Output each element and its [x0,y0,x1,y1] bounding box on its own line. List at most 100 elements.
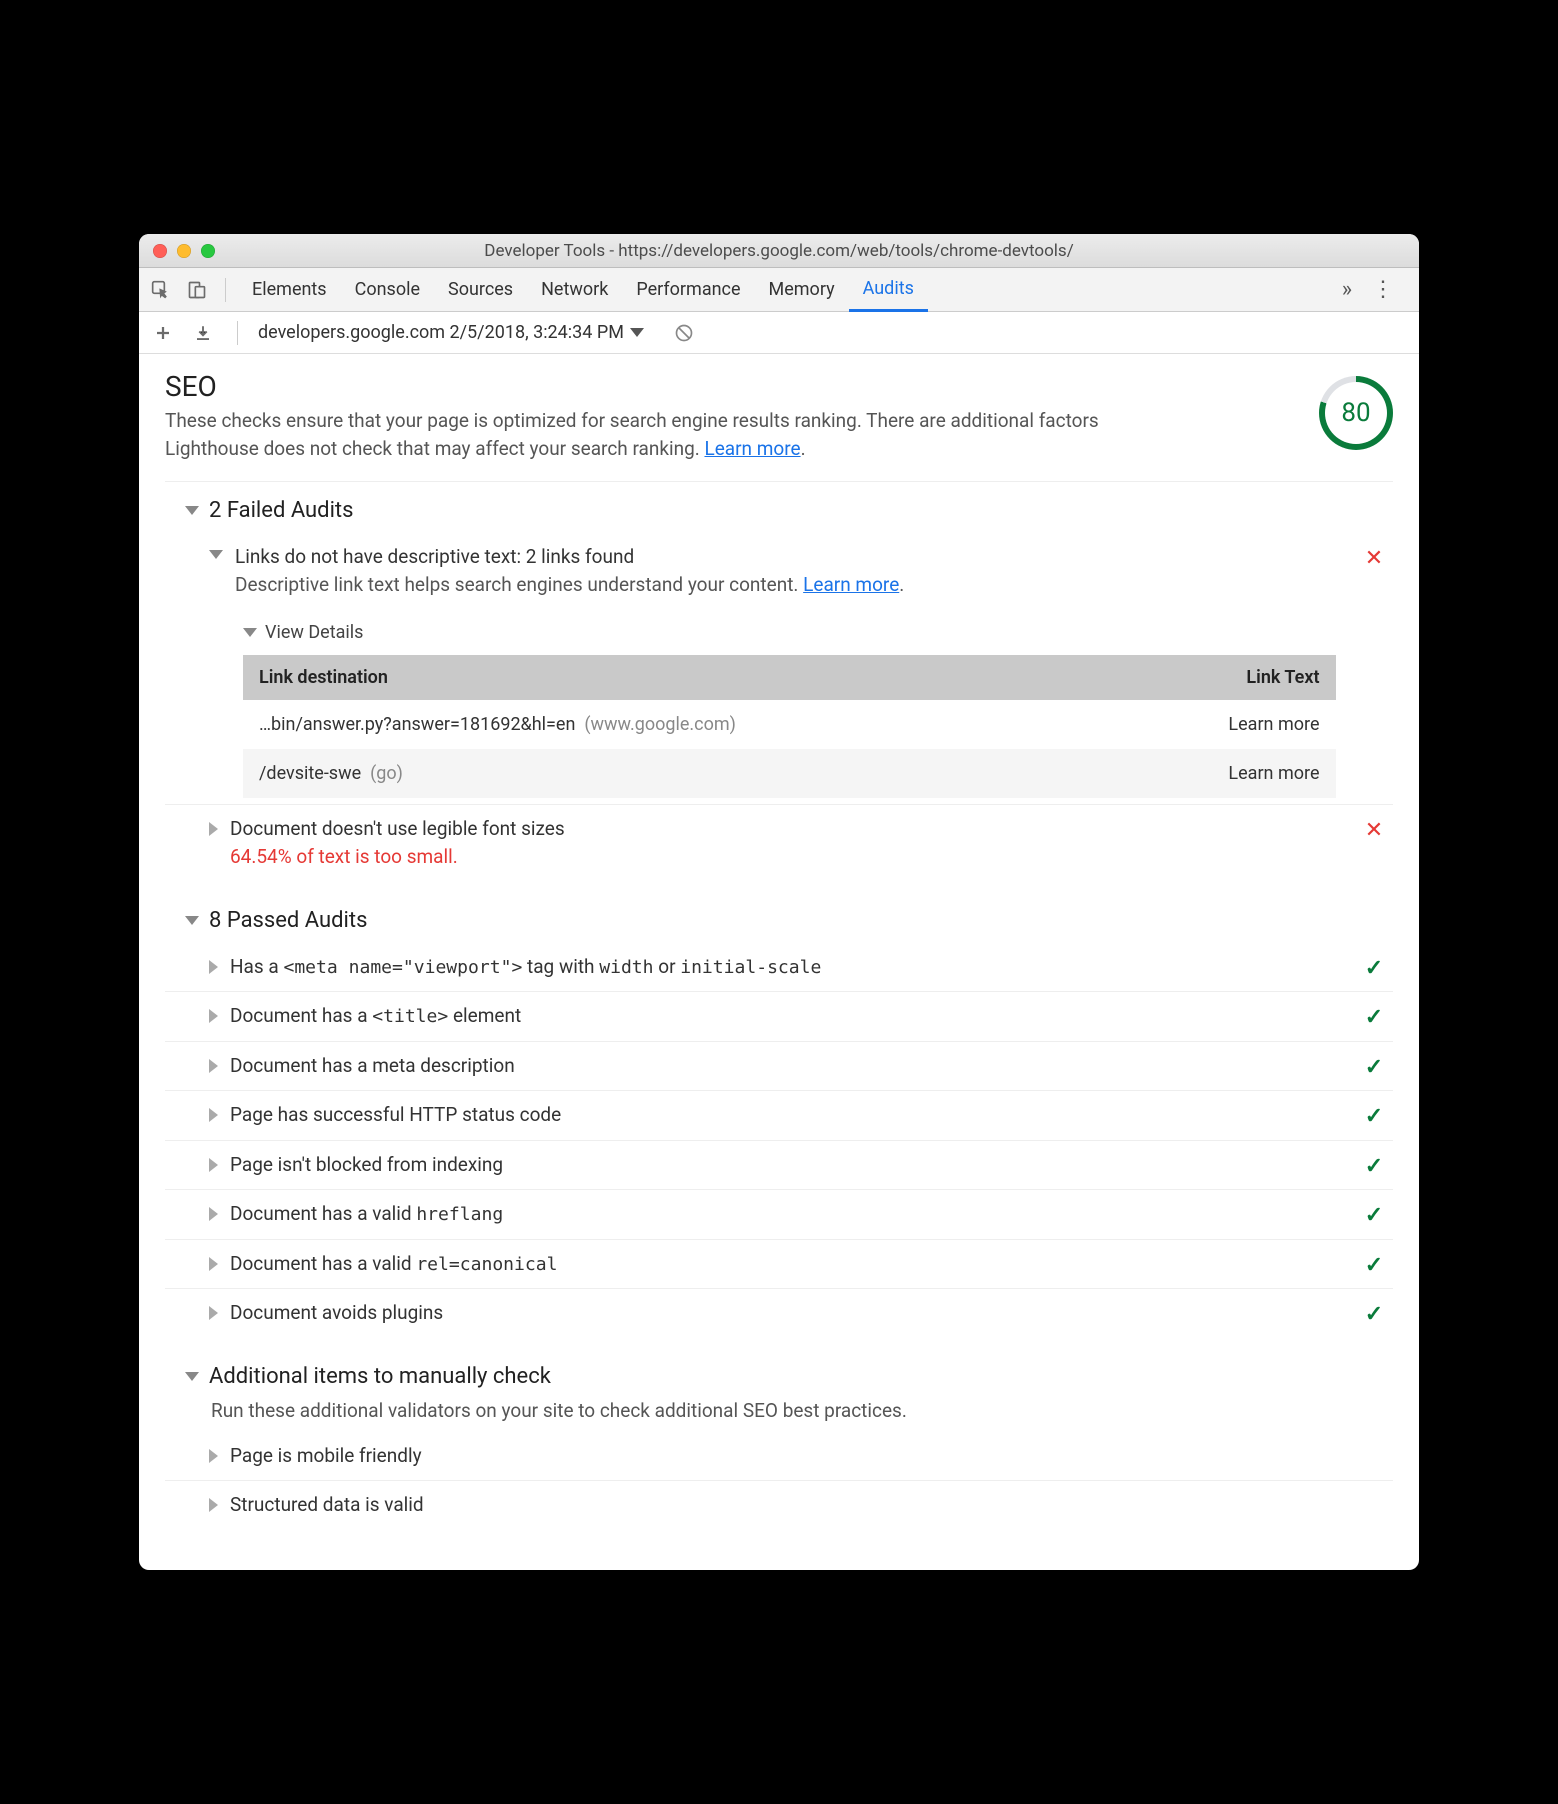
manual-audit-item[interactable]: Structured data is valid [165,1480,1393,1530]
failed-audits-header[interactable]: 2 Failed Audits [185,498,1393,523]
col-link-destination: Link destination [243,655,1123,700]
audit-title: Document has a meta description [230,1052,1351,1081]
tab-console[interactable]: Console [341,268,434,312]
audit-run-label: developers.google.com 2/5/2018, 3:24:34 … [258,322,624,343]
audit-description: Descriptive link text helps search engin… [235,571,1351,600]
device-toggle-icon[interactable] [181,274,213,306]
link-destination: /devsite-swe [259,763,361,784]
learn-more-link[interactable]: Learn more [803,573,899,596]
view-details-toggle[interactable]: View Details [243,622,1393,643]
more-tabs-icon[interactable]: » [1342,277,1352,302]
chevron-down-icon [185,916,199,925]
passed-audit-item[interactable]: Has a <meta name="viewport"> tag with wi… [165,943,1393,992]
link-host: (www.google.com) [584,714,736,735]
audit-title: Page has successful HTTP status code [230,1101,1351,1130]
window-title: Developer Tools - https://developers.goo… [139,241,1419,261]
category-description: These checks ensure that your page is op… [165,407,1185,462]
download-icon[interactable] [189,319,217,347]
audits-toolbar: developers.google.com 2/5/2018, 3:24:34 … [139,312,1419,354]
score-value: 80 [1341,398,1370,428]
devtools-tabbar: ElementsConsoleSourcesNetworkPerformance… [139,268,1419,312]
passed-audit-item[interactable]: Document has a valid rel=canonical ✓ [165,1239,1393,1289]
chevron-down-icon [630,328,644,337]
close-window-button[interactable] [153,244,167,258]
passed-audit-item[interactable]: Page has successful HTTP status code ✓ [165,1090,1393,1140]
failed-audit-item[interactable]: Document doesn't use legible font sizes6… [165,804,1393,882]
table-row: /devsite-swe (go) Learn more [243,749,1336,798]
chevron-right-icon [209,1207,218,1221]
pass-icon: ✓ [1363,1104,1385,1129]
manual-audit-item[interactable]: Page is mobile friendly [165,1432,1393,1481]
chevron-right-icon [209,1059,218,1073]
inspect-element-icon[interactable] [145,274,177,306]
chevron-right-icon [209,1108,218,1122]
link-destination: …bin/answer.py?answer=181692&hl=en [259,714,575,735]
fail-icon: ✕ [1363,818,1385,843]
zoom-window-button[interactable] [201,244,215,258]
pass-icon: ✓ [1363,1055,1385,1080]
passed-audit-item[interactable]: Document has a valid hreflang ✓ [165,1189,1393,1239]
audit-title: Document avoids plugins [230,1299,1351,1328]
manual-description: Run these additional validators on your … [211,1399,1393,1422]
tab-elements[interactable]: Elements [238,268,341,312]
chevron-right-icon [209,1306,218,1320]
pass-icon: ✓ [1363,1154,1385,1179]
chevron-down-icon [185,506,199,515]
chevron-down-icon [209,550,223,559]
passed-audit-item[interactable]: Document has a meta description ✓ [165,1041,1393,1091]
pass-icon: ✓ [1363,1302,1385,1327]
col-link-text: Link Text [1123,655,1336,700]
category-heading: SEO [165,370,1185,403]
new-audit-icon[interactable] [149,319,177,347]
chevron-right-icon [209,1009,218,1023]
pass-icon: ✓ [1363,1253,1385,1278]
failed-audit-item[interactable]: Links do not have descriptive text: 2 li… [165,533,1393,610]
audit-title: Page is mobile friendly [230,1442,1385,1471]
link-text: Learn more [1123,749,1336,798]
kebab-menu-icon[interactable]: ⋮ [1372,277,1395,302]
window-controls [153,244,215,258]
tab-audits[interactable]: Audits [849,268,928,312]
link-details-table: Link destinationLink Text…bin/answer.py?… [243,655,1336,798]
chevron-down-icon [185,1372,199,1381]
chevron-right-icon [209,1158,218,1172]
devtools-window: Developer Tools - https://developers.goo… [139,234,1419,1569]
tab-performance[interactable]: Performance [622,268,754,312]
tab-sources[interactable]: Sources [434,268,527,312]
audit-subline: 64.54% of text is too small. [230,843,1351,872]
chevron-right-icon [209,960,218,974]
audit-title: Document has a valid rel=canonical [230,1250,1351,1279]
audit-title: Links do not have descriptive text: 2 li… [235,543,1351,572]
learn-more-link[interactable]: Learn more [704,437,800,460]
clear-icon[interactable] [670,319,698,347]
link-host: (go) [370,763,403,784]
divider [225,278,226,302]
audit-title: Document has a <title> element [230,1002,1351,1031]
passed-audit-item[interactable]: Document has a <title> element ✓ [165,991,1393,1041]
audit-title: Document doesn't use legible font sizes [230,815,1351,844]
pass-icon: ✓ [1363,956,1385,981]
table-row: …bin/answer.py?answer=181692&hl=en (www.… [243,700,1336,749]
titlebar: Developer Tools - https://developers.goo… [139,234,1419,268]
audit-title: Structured data is valid [230,1491,1385,1520]
chevron-right-icon [209,1257,218,1271]
minimize-window-button[interactable] [177,244,191,258]
audit-title: Has a <meta name="viewport"> tag with wi… [230,953,1351,982]
audit-title: Document has a valid hreflang [230,1200,1351,1229]
manual-audits-header[interactable]: Additional items to manually check [185,1364,1393,1389]
passed-audits-header[interactable]: 8 Passed Audits [185,908,1393,933]
pass-icon: ✓ [1363,1203,1385,1228]
passed-audit-item[interactable]: Page isn't blocked from indexing ✓ [165,1140,1393,1190]
tab-network[interactable]: Network [527,268,622,312]
passed-audit-item[interactable]: Document avoids plugins ✓ [165,1288,1393,1338]
chevron-down-icon [243,628,257,637]
tab-memory[interactable]: Memory [755,268,849,312]
audit-title: Page isn't blocked from indexing [230,1151,1351,1180]
audit-run-selector[interactable]: developers.google.com 2/5/2018, 3:24:34 … [258,322,644,343]
fail-icon: ✕ [1363,546,1385,571]
divider [237,321,238,345]
chevron-right-icon [209,1498,218,1512]
pass-icon: ✓ [1363,1005,1385,1030]
audits-content: SEO These checks ensure that your page i… [139,354,1419,1569]
audit-details: View DetailsLink destinationLink Text…bi… [243,622,1393,798]
